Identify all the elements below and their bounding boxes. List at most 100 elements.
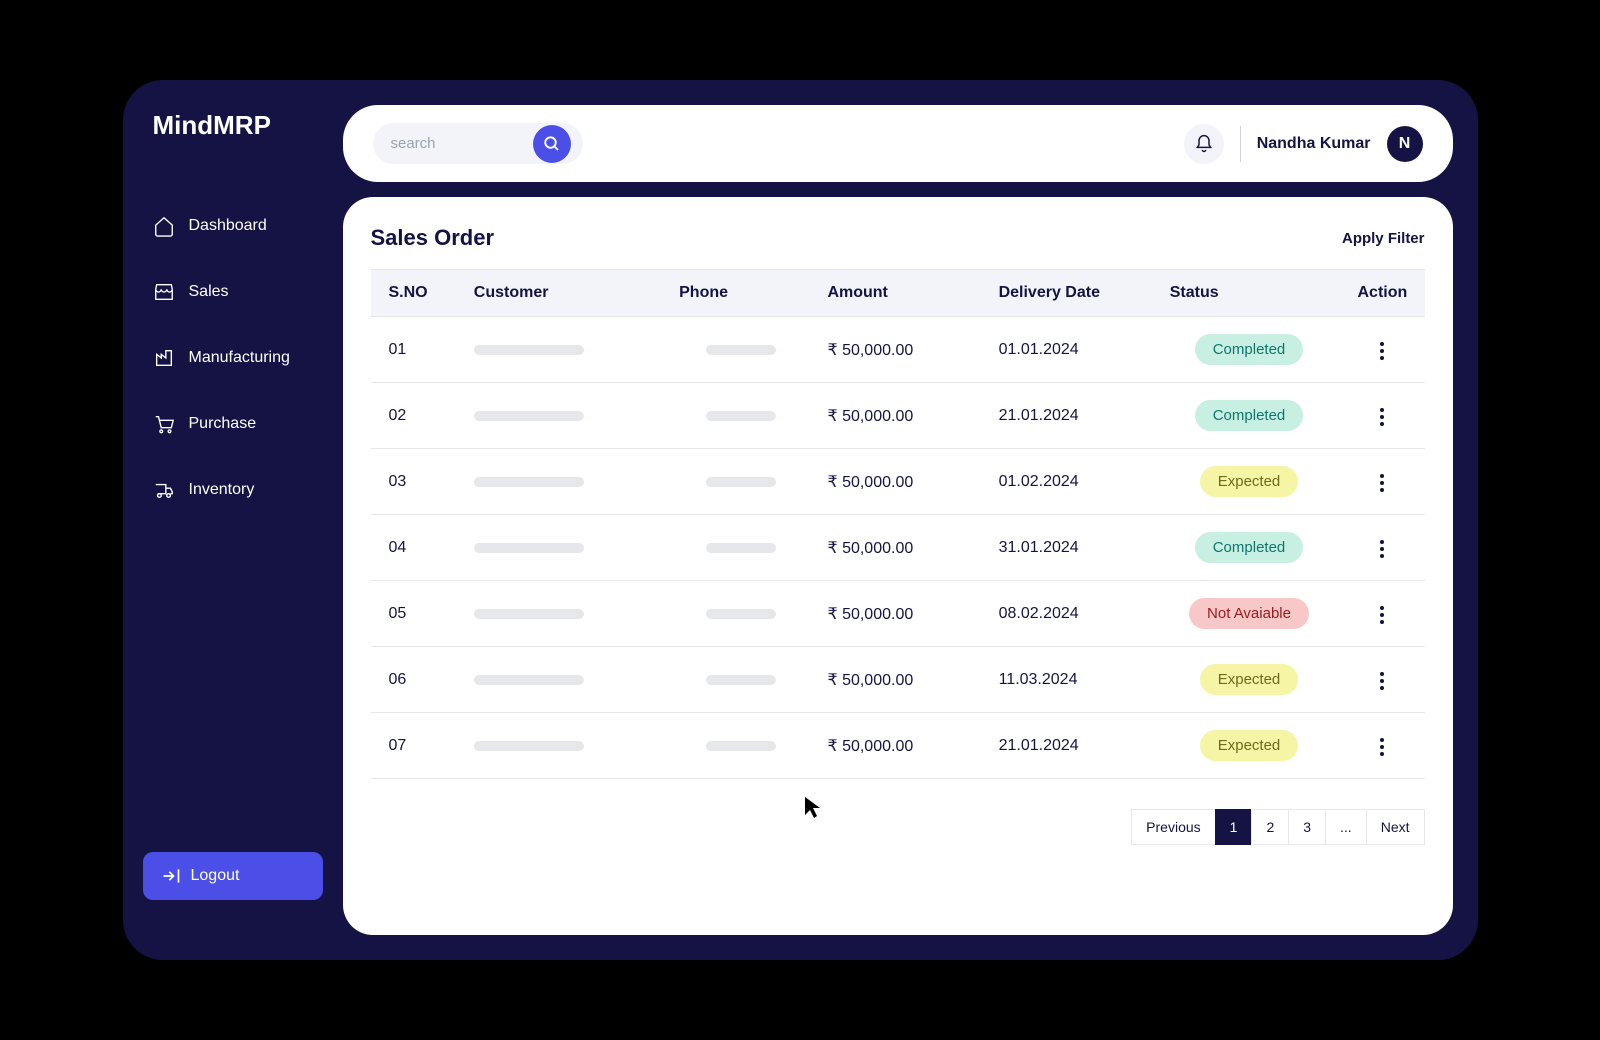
action-menu-button[interactable] — [1374, 402, 1390, 432]
main-area: Nandha Kumar N Sales Order Apply Filter … — [343, 80, 1478, 960]
factory-icon — [153, 347, 175, 369]
cell-sno: 07 — [371, 713, 462, 779]
notifications-button[interactable] — [1184, 124, 1224, 164]
logout-button[interactable]: Logout — [143, 852, 323, 900]
col-action: Action — [1340, 270, 1424, 317]
cell-delivery: 11.03.2024 — [987, 647, 1158, 713]
cell-delivery: 01.01.2024 — [987, 317, 1158, 383]
pagination-page[interactable]: ... — [1325, 809, 1367, 845]
cell-delivery: 08.02.2024 — [987, 581, 1158, 647]
status-badge: Completed — [1195, 532, 1304, 563]
col-amount: Amount — [815, 270, 986, 317]
action-menu-button[interactable] — [1374, 336, 1390, 366]
cell-customer — [462, 449, 667, 515]
action-menu-button[interactable] — [1374, 666, 1390, 696]
cart-icon — [153, 413, 175, 435]
col-sno: S.NO — [371, 270, 462, 317]
cell-action — [1340, 515, 1424, 581]
table-row: 07 ₹ 50,000.00 21.01.2024 Expected — [371, 713, 1425, 779]
cell-sno: 03 — [371, 449, 462, 515]
skeleton-placeholder — [474, 345, 584, 355]
action-menu-button[interactable] — [1374, 600, 1390, 630]
skeleton-placeholder — [706, 345, 776, 355]
sidebar-item-manufacturing[interactable]: Manufacturing — [123, 333, 343, 383]
content-card: Sales Order Apply Filter S.NO Customer P… — [343, 197, 1453, 935]
table-header-row: S.NO Customer Phone Amount Delivery Date… — [371, 270, 1425, 317]
skeleton-placeholder — [474, 477, 584, 487]
skeleton-placeholder — [706, 477, 776, 487]
action-menu-button[interactable] — [1374, 468, 1390, 498]
status-badge: Completed — [1195, 400, 1304, 431]
search-input[interactable] — [373, 123, 533, 164]
cell-phone — [667, 449, 815, 515]
card-header: Sales Order Apply Filter — [371, 225, 1425, 251]
status-badge: Not Avaiable — [1189, 598, 1309, 629]
sidebar-item-sales[interactable]: Sales — [123, 267, 343, 317]
table-row: 05 ₹ 50,000.00 08.02.2024 Not Avaiable — [371, 581, 1425, 647]
cell-phone — [667, 581, 815, 647]
sidebar-item-label: Manufacturing — [189, 349, 290, 367]
cell-delivery: 31.01.2024 — [987, 515, 1158, 581]
pagination-page[interactable]: 3 — [1288, 809, 1326, 845]
avatar[interactable]: N — [1387, 126, 1423, 162]
action-menu-button[interactable] — [1374, 534, 1390, 564]
cell-customer — [462, 713, 667, 779]
cell-action — [1340, 449, 1424, 515]
sidebar-item-dashboard[interactable]: Dashboard — [123, 201, 343, 251]
cell-phone — [667, 383, 815, 449]
cell-action — [1340, 317, 1424, 383]
col-status: Status — [1158, 270, 1341, 317]
search-button[interactable] — [533, 125, 571, 163]
cell-action — [1340, 647, 1424, 713]
skeleton-placeholder — [706, 411, 776, 421]
cell-customer — [462, 317, 667, 383]
search-icon — [543, 135, 561, 153]
cell-delivery: 01.02.2024 — [987, 449, 1158, 515]
table-row: 03 ₹ 50,000.00 01.02.2024 Expected — [371, 449, 1425, 515]
cell-amount: ₹ 50,000.00 — [815, 713, 986, 779]
sidebar-item-purchase[interactable]: Purchase — [123, 399, 343, 449]
pagination-prev[interactable]: Previous — [1131, 809, 1215, 845]
pagination-next[interactable]: Next — [1366, 809, 1425, 845]
nav-list: Dashboard Sales Manufacturing Purchase I… — [123, 181, 343, 852]
apply-filter-link[interactable]: Apply Filter — [1342, 230, 1425, 247]
topbar: Nandha Kumar N — [343, 105, 1453, 182]
cell-phone — [667, 647, 815, 713]
skeleton-placeholder — [474, 411, 584, 421]
sidebar-item-label: Dashboard — [189, 217, 267, 235]
home-icon — [153, 215, 175, 237]
skeleton-placeholder — [474, 543, 584, 553]
skeleton-placeholder — [474, 609, 584, 619]
inventory-icon — [153, 479, 175, 501]
cell-sno: 05 — [371, 581, 462, 647]
cell-amount: ₹ 50,000.00 — [815, 317, 986, 383]
cell-action — [1340, 713, 1424, 779]
status-badge: Expected — [1200, 664, 1299, 695]
page-title: Sales Order — [371, 225, 495, 251]
cell-sno: 06 — [371, 647, 462, 713]
cell-delivery: 21.01.2024 — [987, 383, 1158, 449]
skeleton-placeholder — [706, 741, 776, 751]
pagination-page[interactable]: 1 — [1215, 809, 1253, 845]
col-delivery: Delivery Date — [987, 270, 1158, 317]
cell-status: Expected — [1158, 449, 1341, 515]
skeleton-placeholder — [706, 609, 776, 619]
cell-customer — [462, 383, 667, 449]
cell-amount: ₹ 50,000.00 — [815, 449, 986, 515]
cell-phone — [667, 515, 815, 581]
status-badge: Expected — [1200, 466, 1299, 497]
pagination-page[interactable]: 2 — [1251, 809, 1289, 845]
bell-icon — [1194, 134, 1214, 154]
table-row: 04 ₹ 50,000.00 31.01.2024 Completed — [371, 515, 1425, 581]
pagination: Previous123...Next — [371, 809, 1425, 845]
table-row: 02 ₹ 50,000.00 21.01.2024 Completed — [371, 383, 1425, 449]
skeleton-placeholder — [706, 543, 776, 553]
sidebar-item-label: Purchase — [189, 415, 257, 433]
action-menu-button[interactable] — [1374, 732, 1390, 762]
cell-customer — [462, 515, 667, 581]
divider — [1240, 126, 1241, 162]
cell-amount: ₹ 50,000.00 — [815, 581, 986, 647]
sidebar-item-inventory[interactable]: Inventory — [123, 465, 343, 515]
status-badge: Expected — [1200, 730, 1299, 761]
brand-logo: MindMRP — [123, 110, 343, 181]
